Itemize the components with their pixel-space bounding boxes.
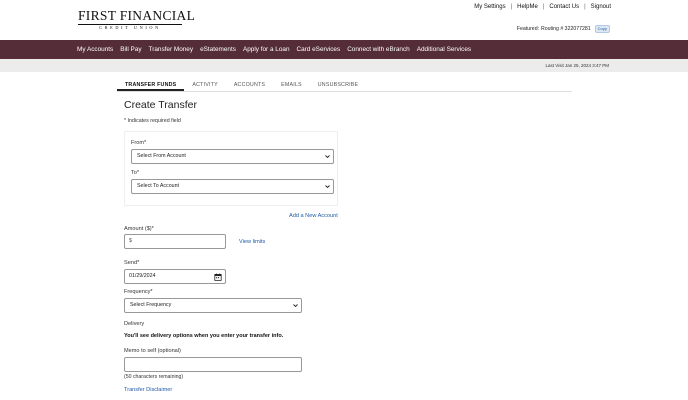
to-account-select[interactable]: Select To Account [131,179,334,194]
main-nav: My Accounts Bill Pay Transfer Money eSta… [0,40,688,59]
send-date-input[interactable]: 01/29/2024 [124,269,226,284]
signout-link[interactable]: Signout [591,4,611,10]
brand-logo[interactable]: FIRST FINANCIAL CREDIT UNION [78,8,196,31]
to-label: To* [131,170,140,176]
nav-my-accounts[interactable]: My Accounts [77,46,113,53]
nav-connect-ebranch[interactable]: Connect with eBranch [347,46,410,53]
send-date-value: 01/29/2024 [129,273,156,279]
send-label: Send* [124,260,140,266]
frequency-value: Select Frequency [130,302,172,308]
chevron-down-icon [325,185,330,189]
calendar-icon[interactable] [214,273,222,281]
tab-activity[interactable]: ACTIVITY [184,78,225,91]
nav-card-eservices[interactable]: Card eServices [297,46,341,53]
utility-links: My Settings | HelpMe | Contact Us | Sign… [474,4,611,10]
utility-separator: | [542,4,545,10]
copy-routing-button[interactable]: Copy [594,25,610,33]
tab-transfer-funds[interactable]: TRANSFER FUNDS [117,78,185,91]
logo-sub-text: CREDIT UNION [99,25,161,30]
featured-label: Featured: [516,26,540,32]
transfer-tabs: TRANSFER FUNDS ACTIVITY ACCOUNTS EMAILS … [117,78,572,92]
tab-accounts[interactable]: ACCOUNTS [226,78,273,91]
to-account-value: Select To Account [137,183,180,189]
add-new-account-link[interactable]: Add a New Account [289,213,338,219]
memo-input[interactable] [124,357,302,372]
chevron-down-icon [293,304,298,308]
my-settings-link[interactable]: My Settings [474,4,505,10]
nav-apply-for-loan[interactable]: Apply for a Loan [243,46,290,53]
from-account-value: Select From Account [137,153,186,159]
tab-unsubscribe[interactable]: UNSUBSCRIBE [310,78,366,91]
delivery-note: You'll see delivery options when you ent… [124,333,284,339]
from-label: From* [131,140,147,146]
chars-remaining: (50 characters remaining) [124,374,184,380]
required-note: * Indicates required field [124,118,181,124]
delivery-label: Delivery [124,321,145,327]
page-title: Create Transfer [124,99,197,111]
nav-additional-services[interactable]: Additional Services [417,46,471,53]
chevron-down-icon [325,155,330,159]
top-header: FIRST FINANCIAL CREDIT UNION My Settings… [0,0,688,40]
amount-input[interactable]: $ [124,234,226,249]
contact-us-link[interactable]: Contact Us [549,4,579,10]
nav-bill-pay[interactable]: Bill Pay [120,46,141,53]
amount-label: Amount ($)* [124,226,154,232]
logo-main-text: FIRST FINANCIAL [78,8,196,23]
utility-separator: | [510,4,513,10]
transfer-disclaimer-link[interactable]: Transfer Disclaimer [124,387,172,393]
last-visit-banner: Last Visit Jan 25, 2024 3:47 PM [0,59,688,72]
routing-number: Routing # 322077281 [541,26,591,32]
featured-routing: Featured: Routing # 322077281 Copy [517,25,610,33]
from-account-select[interactable]: Select From Account [131,149,334,164]
view-limits-link[interactable]: View limits [239,239,265,245]
nav-transfer-money[interactable]: Transfer Money [149,46,194,53]
utility-separator: | [584,4,586,10]
amount-placeholder: $ [129,238,132,244]
frequency-label: Frequency* [124,289,153,295]
helpme-link[interactable]: HelpMe [517,4,538,10]
frequency-select[interactable]: Select Frequency [124,298,302,313]
from-to-panel: From* Select From Account To* Select To … [124,131,338,206]
nav-estatements[interactable]: eStatements [200,46,236,53]
memo-label: Memo to self (optional) [124,348,181,354]
tab-emails[interactable]: EMAILS [273,78,310,91]
